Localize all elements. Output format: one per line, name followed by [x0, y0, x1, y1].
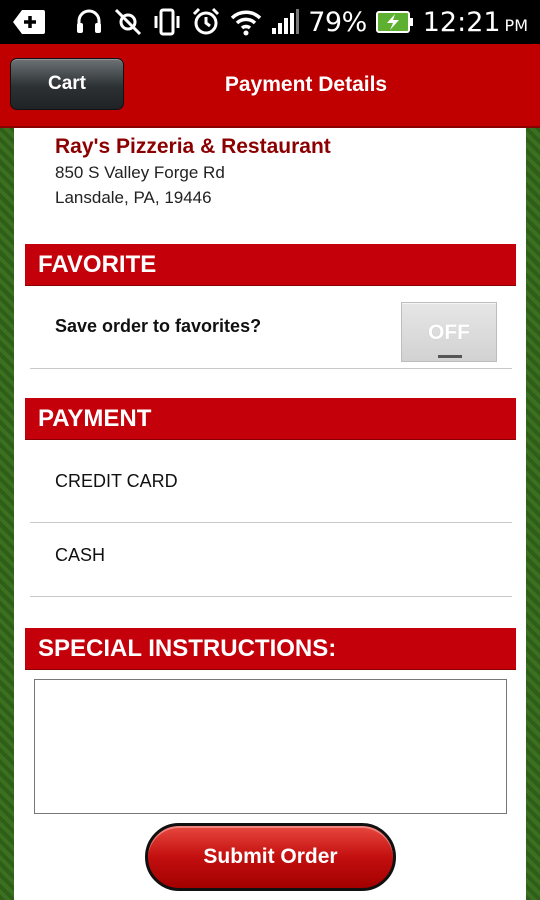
favorite-section-header: FAVORITE — [25, 244, 516, 286]
special-instructions-input[interactable] — [34, 679, 507, 814]
notification-icon — [12, 9, 46, 35]
restaurant-name: Ray's Pizzeria & Restaurant — [55, 135, 331, 158]
save-to-favorites-label: Save order to favorites? — [55, 316, 262, 336]
status-bar-right: 79% 12:21 PM — [74, 7, 528, 38]
vibrate-icon — [152, 7, 182, 37]
restaurant-address-line2: Lansdale, PA, 19446 — [55, 188, 212, 207]
restaurant-address-line1: 850 S Valley Forge Rd — [55, 163, 225, 182]
special-instructions-header: SPECIAL INSTRUCTIONS: — [25, 628, 516, 670]
submit-order-button[interactable]: Submit Order — [145, 823, 396, 891]
background-left-strip — [0, 128, 14, 900]
divider — [30, 368, 512, 369]
status-bar-left — [12, 9, 72, 35]
divider — [30, 522, 512, 523]
status-bar: 79% 12:21 PM — [0, 0, 540, 44]
wifi-icon — [230, 8, 262, 36]
background-right-strip — [526, 128, 540, 900]
clock-ampm: PM — [504, 15, 528, 35]
page-title: Payment Details — [224, 73, 388, 96]
payment-option-credit-card[interactable]: CREDIT CARD — [55, 471, 178, 492]
payment-section-header: PAYMENT — [25, 398, 516, 440]
vibrate-off-icon — [113, 7, 143, 37]
favorites-toggle[interactable]: OFF — [401, 302, 497, 362]
divider — [30, 596, 512, 597]
clock: 12:21 PM — [423, 7, 528, 38]
favorites-toggle-state: OFF — [428, 321, 470, 344]
headset-icon — [74, 7, 104, 37]
battery-percent: 79% — [308, 6, 367, 38]
clock-time: 12:21 — [422, 6, 501, 38]
payment-option-cash[interactable]: CASH — [55, 545, 105, 566]
cart-back-button[interactable]: Cart — [10, 58, 124, 110]
alarm-icon — [191, 7, 221, 37]
app-header: Cart Payment Details — [0, 44, 540, 128]
battery-charging-icon — [375, 10, 414, 34]
signal-icon — [271, 9, 300, 35]
toggle-indicator — [438, 355, 462, 358]
